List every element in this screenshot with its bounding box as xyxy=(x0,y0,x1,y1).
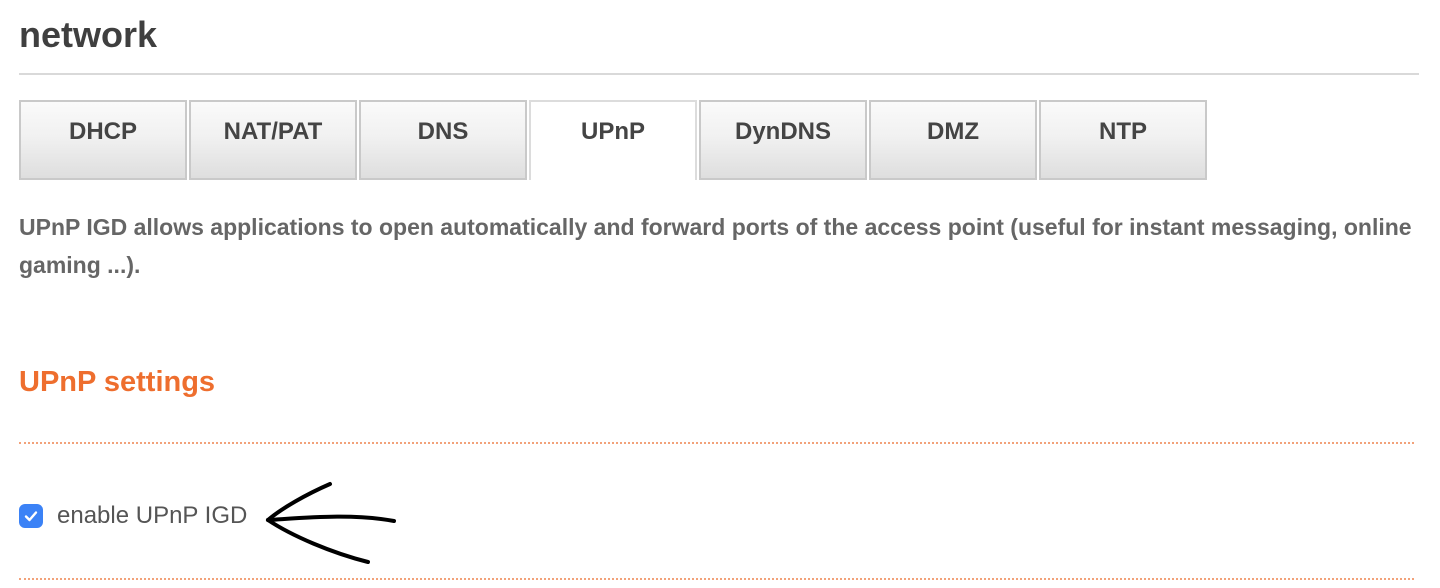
tab-dhcp[interactable]: DHCP xyxy=(19,100,187,180)
tab-dyndns[interactable]: DynDNS xyxy=(699,100,867,180)
upnp-description: UPnP IGD allows applications to open aut… xyxy=(19,214,1412,278)
upnp-page: network DHCP NAT/PAT DNS UPnP DynDNS DMZ… xyxy=(0,0,1440,588)
section-divider-top xyxy=(19,442,1414,444)
tab-upnp[interactable]: UPnP xyxy=(529,100,697,180)
upnp-igd-checkbox-row[interactable]: enable UPnP IGD xyxy=(19,502,247,530)
section-title-upnp-settings: UPnP settings xyxy=(19,366,216,398)
checkmark-icon xyxy=(24,511,38,522)
tab-nat-pat[interactable]: NAT/PAT xyxy=(189,100,357,180)
hand-drawn-arrow-icon xyxy=(266,482,396,564)
title-divider xyxy=(19,73,1419,75)
upnp-igd-checkbox-label: enable UPnP IGD xyxy=(57,502,248,529)
tab-dns[interactable]: DNS xyxy=(359,100,527,180)
tab-bar: DHCP NAT/PAT DNS UPnP DynDNS DMZ NTP xyxy=(19,100,1209,180)
tab-ntp[interactable]: NTP xyxy=(1039,100,1207,180)
page-title: network xyxy=(19,14,158,55)
tab-dmz[interactable]: DMZ xyxy=(869,100,1037,180)
upnp-igd-checkbox[interactable] xyxy=(19,504,43,528)
section-divider-bottom xyxy=(19,578,1414,580)
